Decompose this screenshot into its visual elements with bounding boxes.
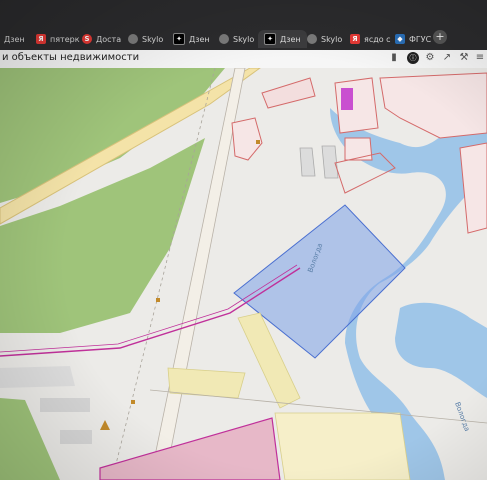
- tab-label: ясдо с: [364, 34, 391, 44]
- tab-skylo-2[interactable]: Skylo: [219, 30, 254, 48]
- tab-label: Skylo: [233, 34, 255, 44]
- tab-yandex-search[interactable]: Я ясдо с: [350, 30, 391, 48]
- building: [321, 145, 339, 179]
- tab-pyaterochka[interactable]: Я пятерк: [36, 30, 80, 48]
- parcel-highlighted[interactable]: [341, 88, 353, 110]
- tab-fgus[interactable]: ◆ ФГУС: [395, 30, 431, 48]
- tab-skylo-3[interactable]: Skylo: [307, 30, 342, 48]
- tab-skylo-1[interactable]: Skylo: [128, 30, 163, 48]
- tab-label: Дзен: [189, 34, 210, 44]
- skylo-icon: [307, 34, 317, 44]
- page-title: и объекты недвижимости: [2, 52, 140, 63]
- survey-marker: [156, 298, 160, 302]
- building: [0, 366, 75, 388]
- bookmark-icon[interactable]: ▮: [388, 52, 400, 64]
- parcel[interactable]: [344, 137, 373, 161]
- zone-yellow: [274, 412, 411, 480]
- tab-dzen-2[interactable]: ✦ Дзен: [173, 30, 210, 48]
- menu-icon[interactable]: ≡: [474, 52, 486, 64]
- building: [60, 430, 92, 444]
- survey-marker: [256, 140, 260, 144]
- yandex-icon: Я: [36, 34, 46, 44]
- tab-label: Доста: [96, 34, 122, 44]
- new-tab-button[interactable]: +: [433, 30, 447, 44]
- avatar[interactable]: ⓘ: [407, 52, 419, 64]
- skylo-icon: [128, 34, 138, 44]
- settings-icon[interactable]: ⚙: [424, 52, 436, 64]
- dzen-icon: ✦: [173, 33, 185, 45]
- tab-label: Дзен: [280, 34, 301, 44]
- dzen-icon: ✦: [264, 33, 276, 45]
- fgus-icon: ◆: [395, 34, 405, 44]
- tab-label: Skylo: [142, 34, 164, 44]
- tab-dostavka[interactable]: S Доста: [82, 30, 121, 48]
- yandex-icon: Я: [350, 34, 360, 44]
- tab-label: Skylo: [321, 34, 343, 44]
- skylo-icon: [219, 34, 229, 44]
- tools-icon[interactable]: ⚒: [458, 52, 470, 64]
- zone-yellow: [167, 367, 246, 399]
- building: [40, 398, 90, 412]
- dostavka-icon: S: [82, 34, 92, 44]
- tab-label: пятерк: [50, 34, 80, 44]
- survey-marker: [131, 400, 135, 404]
- tab-dzen-3[interactable]: ✦ Дзен: [258, 30, 307, 48]
- cadastral-map[interactable]: Вологда Вологда: [0, 68, 487, 480]
- tab-dzen-1[interactable]: Дзен: [4, 30, 25, 48]
- browser-tab-bar: Дзен Я пятерк S Доста Skylo ✦ Дзен Skylo…: [0, 0, 487, 50]
- building: [299, 147, 316, 177]
- share-icon[interactable]: ↗: [441, 52, 453, 64]
- tab-label: ФГУС: [409, 34, 432, 44]
- tab-label: Дзен: [4, 34, 25, 44]
